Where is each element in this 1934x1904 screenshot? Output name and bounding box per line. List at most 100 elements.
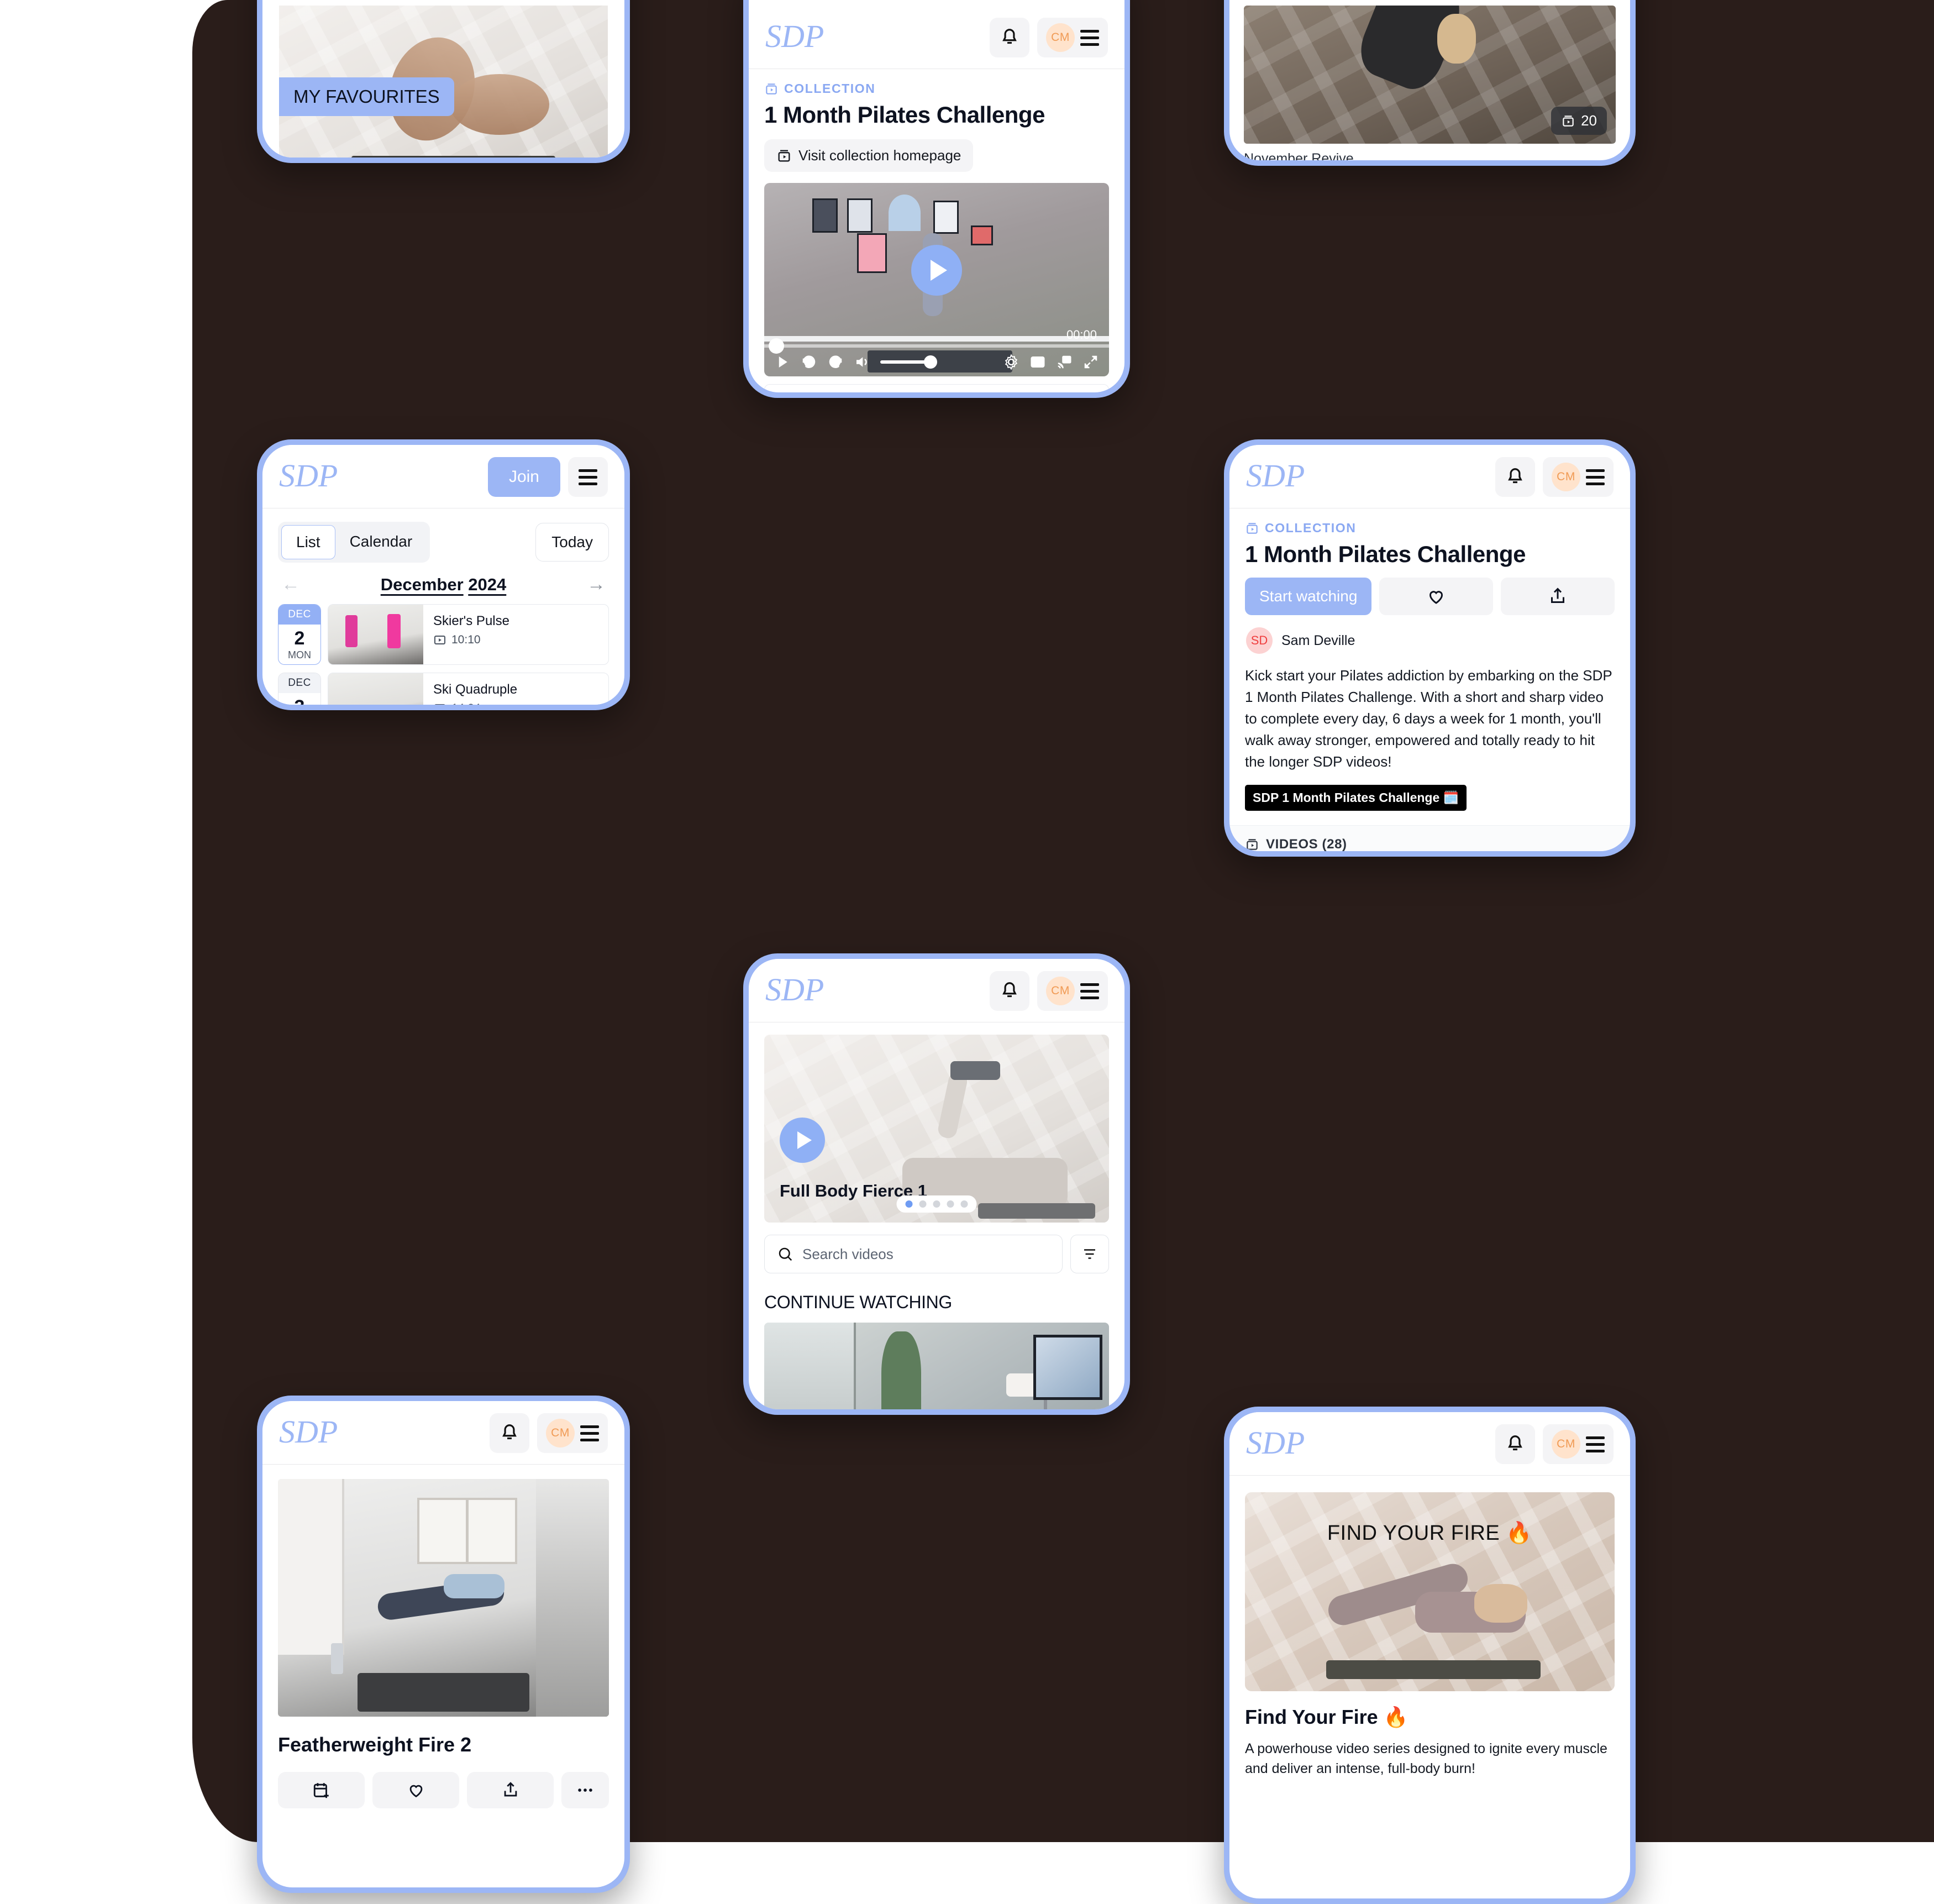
sdp-logo-icon[interactable]: SDP: [765, 19, 848, 56]
hamburger-icon[interactable]: [1080, 983, 1099, 999]
avatar[interactable]: CM: [546, 1419, 575, 1447]
collection-tag[interactable]: SDP 1 Month Pilates Challenge 🗓️: [1245, 785, 1467, 811]
notifications-button[interactable]: [1495, 457, 1535, 497]
month-name[interactable]: December: [381, 575, 464, 594]
volume-icon[interactable]: [854, 354, 870, 370]
notifications-button[interactable]: [1495, 1424, 1535, 1464]
carousel-dot[interactable]: [919, 1200, 927, 1208]
series-description: A powerhouse video series designed to ig…: [1245, 1741, 1607, 1777]
month-label: December 2024: [381, 575, 507, 595]
list-item[interactable]: DEC 2 MON Skier's Pulse 10:10: [278, 604, 609, 665]
volume-slider[interactable]: [880, 355, 937, 369]
avatar[interactable]: CM: [1552, 1430, 1580, 1459]
hamburger-icon[interactable]: [580, 1425, 599, 1441]
notifications-button[interactable]: [990, 18, 1029, 57]
menu-button[interactable]: [568, 457, 608, 497]
favourite-button[interactable]: [372, 1772, 459, 1808]
svg-text:SDP: SDP: [279, 459, 338, 494]
svg-text:SDP: SDP: [765, 973, 824, 1008]
notifications-button[interactable]: [490, 1413, 529, 1453]
account-menu[interactable]: CM: [1037, 971, 1108, 1011]
ellipsis-icon: [578, 1788, 592, 1792]
tab-calendar[interactable]: Calendar: [335, 525, 427, 559]
carousel-dot[interactable]: [905, 1200, 913, 1208]
view-segmented-control[interactable]: List Calendar: [278, 522, 430, 563]
hamburger-icon: [579, 469, 597, 485]
screen-find-your-fire: SDP CM FIND YOUR FIRE 🔥 Find Your Fire 🔥…: [1229, 1412, 1630, 1898]
forward-10-icon[interactable]: [827, 354, 844, 370]
calendar-plus-icon: [313, 1783, 329, 1798]
account-menu[interactable]: CM: [1543, 1424, 1614, 1464]
hamburger-icon[interactable]: [1586, 1436, 1605, 1452]
date-month: DEC: [278, 605, 320, 625]
today-button[interactable]: Today: [535, 523, 609, 562]
hero-carousel[interactable]: Full Body Fierce 1: [764, 1035, 1109, 1223]
carousel-dot[interactable]: [947, 1200, 954, 1208]
fullscreen-icon[interactable]: [1082, 354, 1099, 370]
video-title: Featherweight Fire 2: [278, 1733, 472, 1756]
favourite-button[interactable]: [1379, 578, 1494, 615]
tab-list[interactable]: List: [281, 525, 335, 559]
search-placeholder: Search videos: [802, 1245, 894, 1262]
hamburger-icon[interactable]: [1586, 469, 1605, 485]
add-to-calendar-button[interactable]: [278, 1772, 365, 1808]
avatar[interactable]: CM: [1552, 463, 1580, 491]
account-menu[interactable]: CM: [537, 1413, 608, 1453]
cast-icon[interactable]: [1056, 354, 1073, 370]
rewind-10-icon[interactable]: [801, 354, 817, 370]
sdp-logo-icon[interactable]: SDP: [1246, 1426, 1329, 1462]
collection-videos-section: VIDEOS (28) 08:01 1 Month Pilates Cha...: [1229, 825, 1630, 851]
author-row[interactable]: SD Sam Deville: [1229, 615, 1630, 654]
series-thumbnail[interactable]: FIND YOUR FIRE 🔥: [1245, 1492, 1615, 1691]
sdp-logo-icon[interactable]: SDP: [1246, 459, 1329, 495]
filter-icon: [1084, 1249, 1095, 1259]
hero-play-button[interactable]: [780, 1118, 825, 1163]
entry-card[interactable]: Skier's Pulse 10:10: [328, 604, 609, 665]
visit-collection-homepage-button[interactable]: Visit collection homepage: [764, 139, 974, 172]
more-options-button[interactable]: [561, 1772, 609, 1808]
join-button[interactable]: Join: [487, 457, 560, 497]
carousel-dots[interactable]: [896, 1195, 977, 1213]
next-month-icon[interactable]: →: [587, 574, 606, 595]
share-button[interactable]: [1501, 578, 1615, 615]
app-header: SDP CM: [1229, 445, 1630, 508]
phone-home: SDP CM Full Body Fierce 1 Search videos …: [743, 953, 1130, 1415]
favourites-card[interactable]: MY FAVOURITES: [279, 6, 608, 158]
phone-monthly-challenges: 20 November Revive OCTOBER THRIVE 25 Oct…: [1224, 0, 1636, 166]
settings-gear-icon[interactable]: [1003, 354, 1019, 370]
video-player[interactable]: 00:00: [764, 183, 1109, 376]
carousel-dot[interactable]: [960, 1200, 968, 1208]
bell-icon: [1505, 466, 1526, 488]
avatar[interactable]: CM: [1046, 23, 1075, 52]
sdp-logo-icon[interactable]: SDP: [279, 459, 362, 495]
calendar-entry-list: DEC 2 MON Skier's Pulse 10:10 DEC Ski Qu…: [262, 604, 624, 705]
video-thumbnail[interactable]: [278, 1479, 609, 1717]
share-icon: [1551, 588, 1565, 603]
play-icon[interactable]: [774, 354, 791, 370]
collection-card[interactable]: 20 November Revive: [1244, 6, 1616, 160]
svg-text:SDP: SDP: [765, 19, 824, 54]
play-button[interactable]: [911, 244, 962, 296]
account-menu[interactable]: CM: [1543, 457, 1614, 497]
start-watching-button[interactable]: Start watching: [1245, 578, 1372, 615]
hamburger-icon[interactable]: [1080, 29, 1099, 46]
account-menu[interactable]: CM: [1037, 18, 1108, 57]
phone-find-your-fire: SDP CM FIND YOUR FIRE 🔥 Find Your Fire 🔥…: [1224, 1407, 1636, 1904]
year-value[interactable]: 2024: [468, 575, 506, 594]
picture-in-picture-icon[interactable]: [1029, 354, 1046, 370]
continue-watching-card[interactable]: 38:53 Total Body Tone 1: [764, 1323, 1109, 1409]
carousel-dot[interactable]: [933, 1200, 940, 1208]
heart-icon: [1430, 591, 1443, 604]
date-day: 2: [294, 628, 305, 649]
app-header: SDP CM: [749, 959, 1124, 1022]
filter-button[interactable]: [1070, 1235, 1109, 1273]
list-item[interactable]: DEC 3 TUE Ski Quadruple 14:24: [278, 673, 609, 705]
avatar[interactable]: CM: [1046, 977, 1075, 1005]
sdp-logo-icon[interactable]: SDP: [765, 973, 848, 1009]
prev-month-icon[interactable]: ←: [281, 574, 300, 595]
search-input[interactable]: Search videos: [764, 1235, 1063, 1273]
notifications-button[interactable]: [990, 971, 1029, 1011]
entry-card[interactable]: Ski Quadruple 14:24: [328, 673, 609, 705]
sdp-logo-icon[interactable]: SDP: [279, 1415, 362, 1451]
share-button[interactable]: [467, 1772, 554, 1808]
